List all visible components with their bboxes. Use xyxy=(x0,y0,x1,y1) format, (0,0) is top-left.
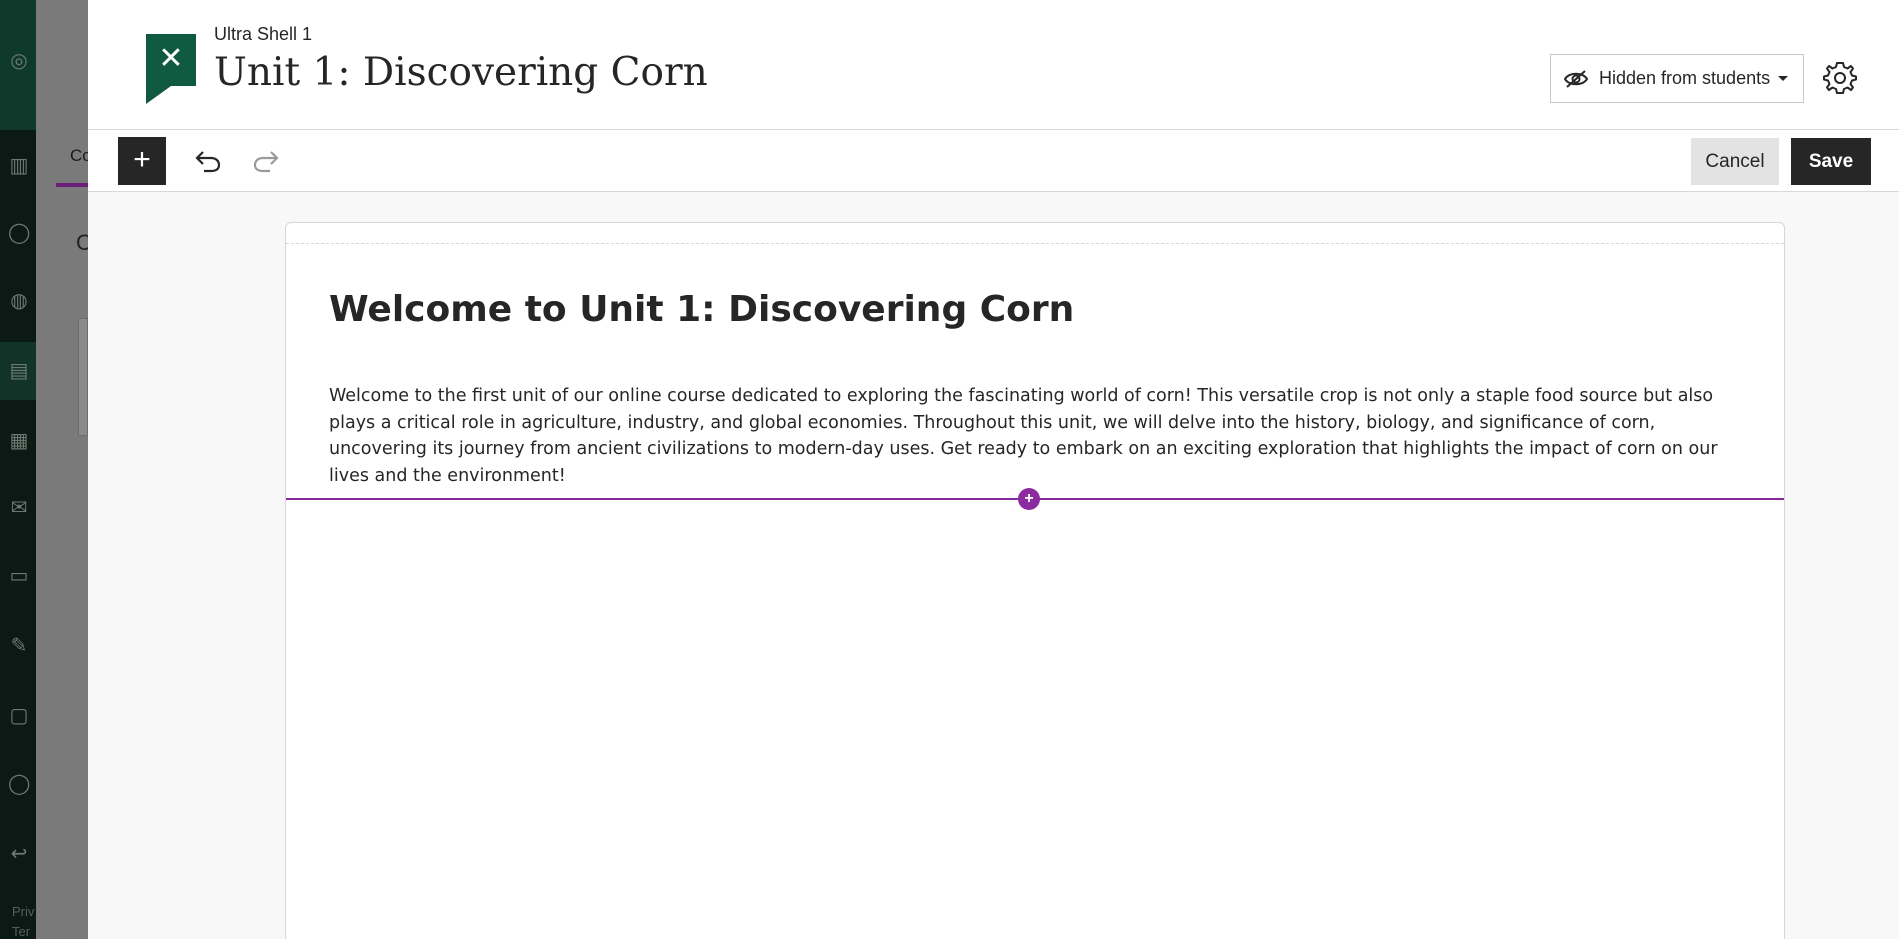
grades-icon: ▭ xyxy=(9,565,29,587)
eye-slash-icon xyxy=(1563,69,1589,88)
add-content-button[interactable]: + xyxy=(118,137,166,185)
document-canvas[interactable]: Welcome to Unit 1: Discovering Corn Welc… xyxy=(285,222,1785,939)
background-tab-underline xyxy=(56,183,88,187)
save-button[interactable]: Save xyxy=(1791,138,1871,185)
calendar-icon: ▦ xyxy=(9,430,29,452)
visibility-label: Hidden from students xyxy=(1599,68,1771,88)
background-course-area: Co C xyxy=(36,0,92,939)
institution-icon: ▥ xyxy=(9,155,29,177)
close-icon: ✕ xyxy=(158,42,184,75)
gear-icon[interactable] xyxy=(1823,60,1857,94)
background-nav: ◎ ▥ ◯ ◍ ▤ ▦ ✉ ▭ ✎ ▢ ◯ ↩ Priv Ter xyxy=(0,0,36,939)
user-icon: ◯ xyxy=(8,773,31,795)
canvas-divider xyxy=(286,243,1784,244)
course-name: Ultra Shell 1 xyxy=(214,24,313,44)
globe-icon: ◍ xyxy=(10,290,28,312)
redo-icon[interactable] xyxy=(252,148,280,174)
profile-icon: ◯ xyxy=(8,222,31,244)
courses-icon: ▤ xyxy=(9,360,29,382)
cancel-button[interactable]: Cancel xyxy=(1691,138,1779,185)
undo-icon[interactable] xyxy=(194,148,222,174)
edit-icon: ▢ xyxy=(9,705,29,727)
insert-content-button[interactable]: + xyxy=(1018,488,1040,510)
messages-icon: ✉ xyxy=(10,497,28,519)
document-body-text[interactable]: Welcome to the first unit of our online … xyxy=(329,383,1739,489)
close-button[interactable]: ✕ xyxy=(146,34,196,104)
tools-icon: ✎ xyxy=(10,635,28,657)
document-editor-panel: Ultra Shell 1 Unit 1: Discovering Corn H… xyxy=(88,0,1899,939)
logo-icon: ◎ xyxy=(10,50,28,72)
caret-down-icon xyxy=(1778,76,1789,81)
visibility-dropdown[interactable]: Hidden from students xyxy=(1550,54,1804,103)
document-heading[interactable]: Welcome to Unit 1: Discovering Corn xyxy=(329,289,1074,330)
page-title: Unit 1: Discovering Corn xyxy=(214,50,708,95)
signout-icon: ↩ xyxy=(10,843,28,865)
footer-terms: Ter xyxy=(12,924,31,939)
panel-header: Ultra Shell 1 Unit 1: Discovering Corn H… xyxy=(88,0,1899,130)
footer-privacy: Priv xyxy=(12,904,35,919)
background-card xyxy=(78,318,88,436)
plus-icon: + xyxy=(133,143,151,176)
editor-toolbar: + Cancel Save xyxy=(88,130,1899,192)
